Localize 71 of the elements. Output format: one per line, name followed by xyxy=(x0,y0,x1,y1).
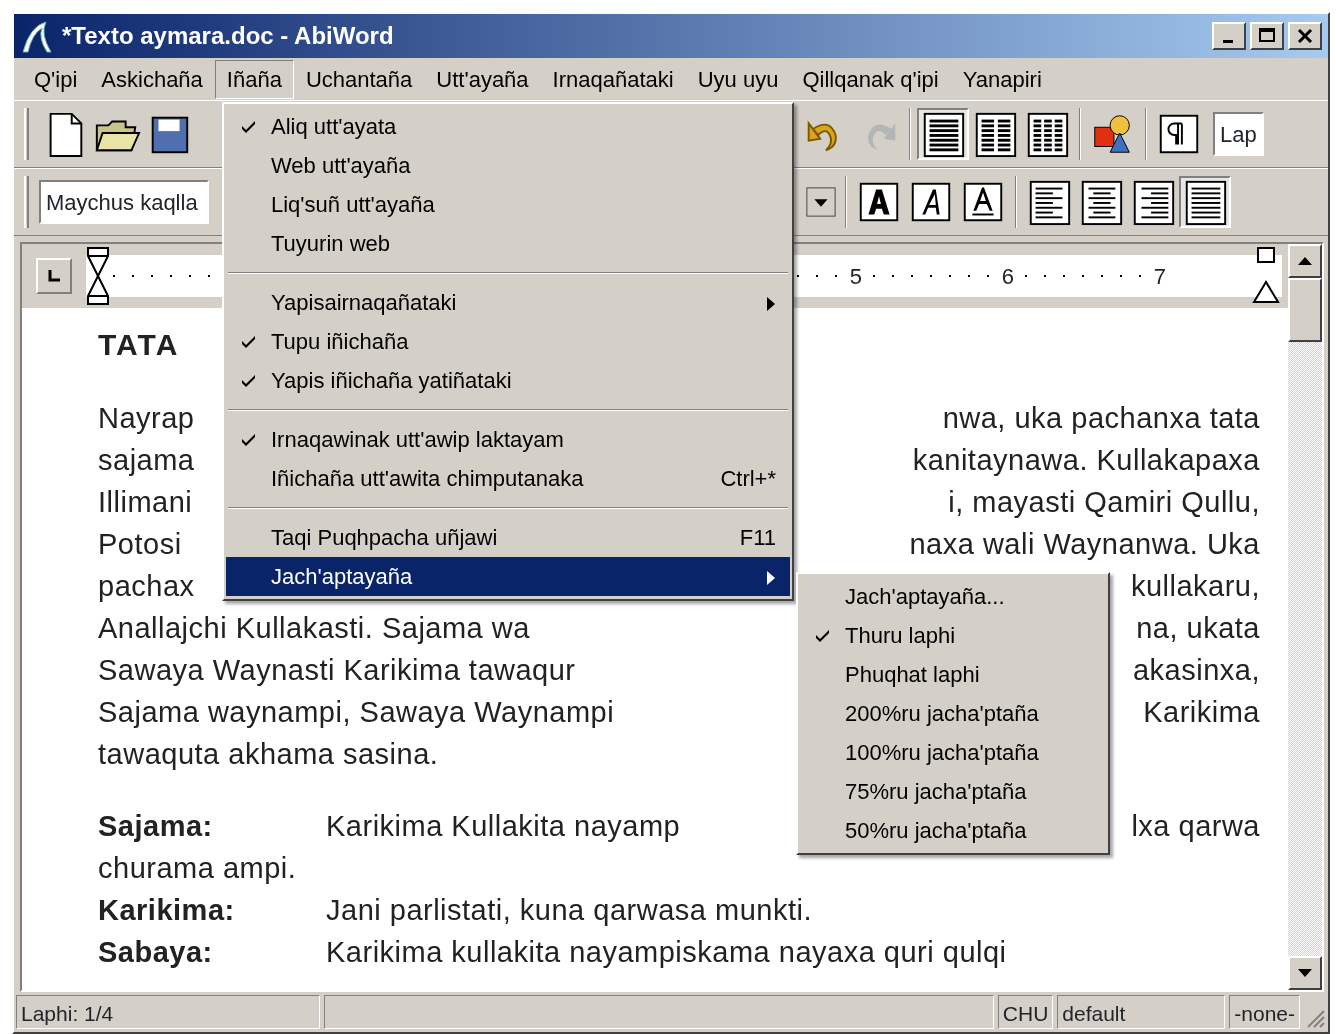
submenu-arrow-icon xyxy=(766,570,776,587)
body-text: akasinxa, xyxy=(1133,653,1260,688)
body-text: Nayrap xyxy=(98,401,195,436)
scroll-down-icon[interactable] xyxy=(1297,968,1313,978)
menu-item[interactable]: 200%ru jacha'ptaña xyxy=(800,694,1106,733)
window-title: *Texto aymara.doc - AbiWord xyxy=(62,21,395,51)
scroll-up-icon[interactable] xyxy=(1297,256,1313,266)
body-text: i, mayasti Qamiri Qullu, xyxy=(948,485,1260,520)
body-text: Karikima kullakita nayampiskama nayaxa quri qulqi xyxy=(326,935,1007,970)
menu-item[interactable]: Phuqhat laphi xyxy=(800,655,1106,694)
dropdown-icon[interactable] xyxy=(805,185,837,219)
body-text: na, ukata xyxy=(1136,611,1260,646)
menu-item[interactable]: Yapisairnaqañataki xyxy=(226,283,790,322)
body-text: Sajama waynampi, Sawaya Waynampi xyxy=(98,695,615,730)
menu-item[interactable]: Jach'aptayaña xyxy=(226,557,790,596)
close-icon[interactable] xyxy=(1295,26,1315,46)
menu-item[interactable]: Liq'suñ utt'ayaña xyxy=(226,185,790,224)
menu-item[interactable]: Uyu uyu xyxy=(685,59,791,99)
menu-item[interactable]: 100%ru jacha'ptaña xyxy=(800,733,1106,772)
body-text: tawaquta akhama sasina. xyxy=(98,737,439,772)
status-page: Laphi: 1/4 xyxy=(16,995,320,1029)
menu-item[interactable]: Jach'aptayaña... xyxy=(800,577,1106,616)
menu-item[interactable]: 50%ru jacha'ptaña xyxy=(800,811,1106,850)
body-text: nwa, uka pachanxa tata xyxy=(942,401,1260,436)
menu-item[interactable]: Iñichaña utt'awita chimputanaka Ctrl+* xyxy=(226,459,790,498)
body-text: Anallajchi Kullakasti. Sajama wa xyxy=(98,611,530,646)
body-text: lxa qarwa xyxy=(1131,809,1260,844)
body-text: kanitaynawa. Kullakapaxa xyxy=(912,443,1260,478)
menu-item[interactable]: 75%ru jacha'ptaña xyxy=(800,772,1106,811)
speaker-name: Karikima: xyxy=(98,893,236,928)
speaker-name: Sajama: xyxy=(98,809,214,844)
indent-marker-icon[interactable] xyxy=(86,246,110,306)
menu-item[interactable]: Yapis iñichaña yatiñataki xyxy=(226,361,790,400)
menu-item[interactable]: Tupu iñichaña xyxy=(226,322,790,361)
tab-stop-icon[interactable] xyxy=(46,268,62,284)
body-text: pachax xyxy=(98,569,195,604)
menu-item[interactable]: Tuyurin web xyxy=(226,224,790,263)
menu-item[interactable]: Thuru laphi xyxy=(800,616,1106,655)
body-text: churama ampi. xyxy=(98,851,297,886)
app-logo-icon xyxy=(20,20,54,55)
body-text: naxa wali Waynanwa. Uka xyxy=(909,527,1260,562)
body-text: Potosi xyxy=(98,527,182,562)
menu-item[interactable]: Yanapiri xyxy=(950,59,1054,99)
menu-item[interactable]: Irnaqañataki xyxy=(540,59,686,99)
body-text: Illimani xyxy=(98,485,193,520)
status-language: CHU xyxy=(997,995,1054,1029)
body-text: Jani parlistati, kuna qarwasa munkti. xyxy=(326,893,812,928)
speaker-name: Sabaya: xyxy=(98,935,214,970)
status-field: -none- xyxy=(1229,995,1300,1029)
document-heading: TATA xyxy=(98,327,180,363)
menu-item[interactable]: Qillqanak q'ipi xyxy=(790,59,951,99)
menu-item[interactable]: Taqi Puqhpacha uñjawi F11 xyxy=(226,518,790,557)
submenu-arrow-icon xyxy=(766,296,776,313)
menu-item[interactable]: Irnaqawinak utt'awip laktayam xyxy=(226,420,790,459)
body-text: Karikima xyxy=(1143,695,1260,730)
style-field[interactable]: Maychus kaqlla xyxy=(39,180,209,224)
menu-item[interactable]: Web utt'ayaña xyxy=(226,146,790,185)
body-text: sajama xyxy=(98,443,195,478)
right-margin-marker-icon[interactable] xyxy=(1252,246,1282,306)
menu-item[interactable]: Iñaña xyxy=(214,59,294,99)
menu-item[interactable]: Q'ipi xyxy=(22,59,90,99)
status-style: default xyxy=(1057,995,1226,1029)
menu-item[interactable]: Askichaña xyxy=(89,59,215,99)
body-text: Sawaya Waynasti Karikima tawaqur xyxy=(98,653,576,688)
menu-item[interactable]: Uchantaña xyxy=(293,59,425,99)
zoom-field[interactable]: Lap xyxy=(1213,112,1264,156)
body-text: Karikima Kullakita nayamp xyxy=(326,809,681,844)
body-text: kullakaru, xyxy=(1130,569,1260,604)
menu-item[interactable]: Aliq utt'ayata xyxy=(226,107,790,146)
menu-item[interactable]: Utt'ayaña xyxy=(424,59,541,99)
scrollbar-thumb[interactable] xyxy=(1288,278,1322,342)
